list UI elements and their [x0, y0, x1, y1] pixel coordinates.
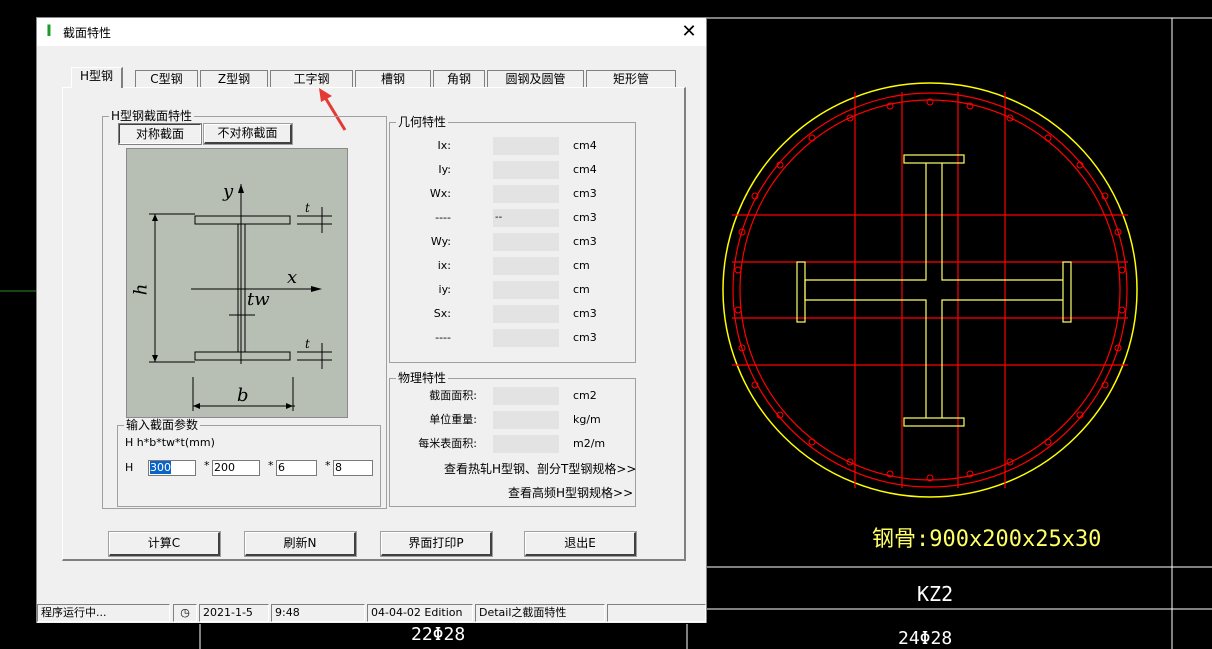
status-empty — [607, 604, 706, 622]
geometry-group-title: 几何特性 — [396, 115, 449, 129]
input-formula: H h*b*tw*t(mm) — [125, 436, 215, 449]
status-edition: 04-04-02 Edition — [367, 604, 473, 622]
tab-h-steel[interactable]: H型钢 — [71, 67, 123, 88]
width-input[interactable]: 200 — [212, 460, 260, 476]
tab-channel[interactable]: 槽钢 — [355, 70, 431, 87]
tab-z-steel[interactable]: Z型钢 — [200, 70, 268, 87]
clock-icon: ◷ — [173, 604, 197, 622]
geometry-unit: cm — [573, 283, 590, 296]
flange-thickness-input[interactable]: 8 — [333, 460, 373, 476]
i-beam-icon: I — [46, 21, 52, 40]
geometry-value: -- — [493, 209, 559, 227]
rebar-label-left: 22Φ28 — [411, 624, 466, 645]
geometry-unit: cm — [573, 259, 590, 272]
print-screen-button[interactable]: 界面打印P — [380, 531, 493, 557]
tab-round-pipe[interactable]: 圆钢及圆管 — [487, 70, 584, 87]
physical-unit: m2/m — [573, 437, 606, 450]
geometry-label: Wy: — [430, 235, 451, 248]
geometry-label: iy: — [438, 283, 451, 296]
star-sep-2: * — [268, 459, 274, 472]
title-bar[interactable]: I 截面特性 ✕ — [37, 18, 706, 46]
symmetric-section-button[interactable]: 对称截面 — [118, 123, 202, 145]
steel-profile-label: 钢骨:900x200x25x30 — [872, 527, 1102, 552]
status-module: Detail之截面特性 — [475, 604, 605, 622]
geometry-value — [493, 305, 559, 323]
geometry-label: ix: — [437, 259, 451, 272]
asymmetric-section-button[interactable]: 不对称截面 — [203, 123, 293, 145]
physical-group-title: 物理特性 — [396, 371, 449, 385]
geometry-unit: cm3 — [573, 211, 597, 224]
geometry-label: ---- — [435, 331, 451, 344]
physical-value — [493, 411, 559, 429]
dialog-title: 截面特性 — [63, 26, 112, 40]
diagram-h-label: h — [130, 283, 152, 296]
refresh-button[interactable]: 刷新N — [244, 531, 357, 557]
geometry-value — [493, 329, 559, 347]
physical-unit: kg/m — [573, 413, 601, 426]
geometry-label: Wx: — [429, 187, 451, 200]
geometry-label: Ix: — [437, 139, 451, 152]
input-params-title: 输入截面参数 — [124, 418, 201, 432]
geometry-unit: cm4 — [573, 163, 597, 176]
geometry-value — [493, 233, 559, 251]
calculate-button[interactable]: 计算C — [108, 531, 221, 557]
input-prefix: H — [125, 461, 134, 474]
tab-c-steel[interactable]: C型钢 — [135, 70, 198, 87]
close-button[interactable]: ✕ — [678, 21, 700, 43]
physical-value — [493, 435, 559, 453]
exit-button[interactable]: 退出E — [524, 531, 637, 557]
h-section-group-title: H型钢截面特性 — [109, 109, 195, 123]
diagram-tw-label: tw — [247, 289, 270, 310]
web-thickness-input[interactable]: 6 — [276, 460, 317, 476]
geometry-value — [493, 161, 559, 179]
physical-label: 每米表面积: — [418, 437, 477, 450]
status-state: 程序运行中... — [37, 604, 170, 622]
geometry-unit: cm3 — [573, 235, 597, 248]
h-section-drawing — [149, 184, 332, 411]
geometry-value — [493, 281, 559, 299]
geometry-unit: cm3 — [573, 331, 597, 344]
geometry-unit: cm3 — [573, 307, 597, 320]
physical-unit: cm2 — [573, 389, 597, 402]
diagram-x-label: x — [287, 267, 298, 288]
geometry-value — [493, 185, 559, 203]
tab-angle[interactable]: 角钢 — [433, 70, 485, 87]
geometry-unit: cm4 — [573, 139, 597, 152]
diagram-t1-label: t — [305, 201, 310, 215]
status-date: 2021-1-5 — [199, 604, 269, 622]
high-freq-spec-link[interactable]: 查看高频H型钢规格>> — [508, 484, 633, 501]
geometry-unit: cm3 — [573, 187, 597, 200]
status-time: 9:48 — [271, 604, 365, 622]
star-sep-3: * — [325, 459, 331, 472]
diagram-b-label: b — [237, 385, 249, 406]
geometry-label: Iy: — [438, 163, 451, 176]
diagram-y-label: y — [223, 181, 234, 202]
diagram-t2-label: t — [305, 337, 310, 351]
status-bar: 程序运行中... ◷ 2021-1-5 9:48 04-04-02 Editio… — [37, 602, 706, 623]
rebar-label-right: 24Φ28 — [898, 628, 953, 649]
physical-value — [493, 387, 559, 405]
geometry-label: ---- — [435, 211, 451, 224]
h-section-diagram: y x h tw b t t — [126, 148, 348, 418]
physical-label: 截面面积: — [429, 389, 477, 402]
hot-rolled-spec-link[interactable]: 查看热轧H型钢、剖分T型钢规格>> — [444, 460, 636, 477]
section-properties-dialog: I 截面特性 ✕ H型钢 C型钢 Z型钢 工字钢 槽钢 角钢 圆钢及圆管 矩形管… — [36, 17, 707, 623]
geometry-label: Sx: — [433, 307, 451, 320]
tab-rect-tube[interactable]: 矩形管 — [586, 70, 676, 87]
height-input[interactable]: 300 — [148, 460, 196, 476]
star-sep-1: * — [204, 459, 210, 472]
column-label: KZ2 — [917, 582, 954, 606]
tab-i-beam[interactable]: 工字钢 — [270, 70, 353, 87]
geometry-value — [493, 137, 559, 155]
physical-label: 单位重量: — [429, 413, 477, 426]
geometry-value — [493, 257, 559, 275]
